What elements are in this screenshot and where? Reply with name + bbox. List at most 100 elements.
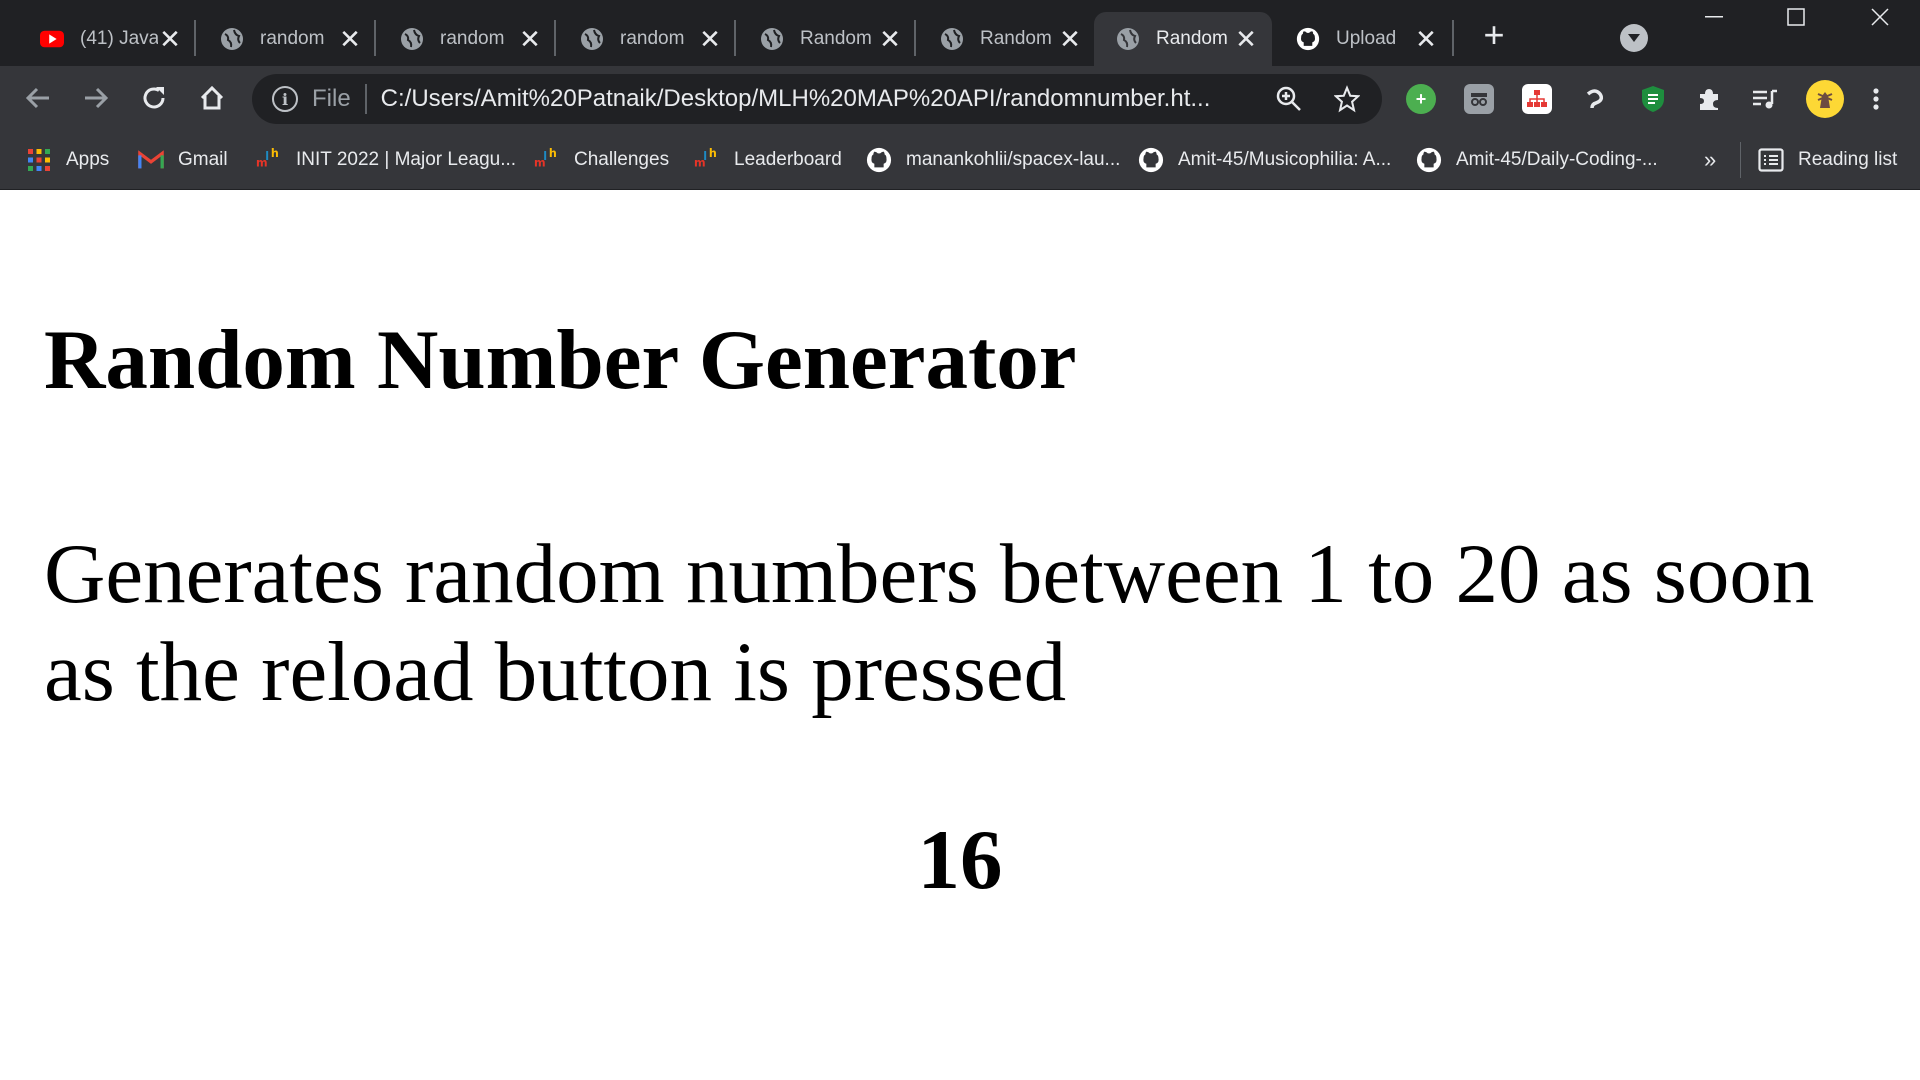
media-controls-icon[interactable] <box>1750 84 1780 114</box>
reload-button[interactable] <box>136 80 172 116</box>
tab-random-2[interactable]: random ✕ <box>378 12 556 66</box>
tab-random-4[interactable]: Random ✕ <box>738 12 916 66</box>
extension-swirl-icon[interactable] <box>1580 84 1610 114</box>
bookmarks-bar: Apps Gmail mlh INIT 2022 | Major Leagu..… <box>0 130 1920 190</box>
extension-incognito-icon[interactable] <box>1464 84 1494 114</box>
svg-text:l: l <box>703 150 707 163</box>
tab-separator <box>1452 20 1454 56</box>
mlh-icon: mlh <box>534 147 560 173</box>
page-content: Random Number Generator Generates random… <box>0 191 1920 1080</box>
profile-avatar[interactable] <box>1806 80 1844 118</box>
info-icon[interactable]: i <box>272 86 298 112</box>
github-icon <box>866 147 892 173</box>
tab-separator <box>374 20 376 56</box>
tab-search-button[interactable] <box>1620 24 1648 52</box>
svg-text:h: h <box>709 147 717 160</box>
extensions-puzzle-icon[interactable] <box>1694 84 1724 114</box>
globe-icon <box>400 27 424 51</box>
github-icon <box>1296 27 1320 51</box>
tab-random-3[interactable]: random ✕ <box>558 12 736 66</box>
tab-title: Random <box>980 28 1052 49</box>
reading-list-button[interactable]: Reading list <box>1758 144 1897 176</box>
tab-separator <box>554 20 556 56</box>
bookmark-label: Leaderboard <box>734 149 842 170</box>
bookmark-leaderboard[interactable]: mlh Leaderboard <box>694 144 842 176</box>
globe-icon <box>1116 27 1140 51</box>
tab-title: random <box>620 28 685 49</box>
close-icon[interactable]: ✕ <box>158 26 182 52</box>
github-icon <box>1416 147 1442 173</box>
bookmarks-divider <box>1740 142 1741 178</box>
bookmark-label: Challenges <box>574 149 670 170</box>
extension-sitemap-icon[interactable] <box>1522 84 1552 114</box>
globe-icon <box>760 27 784 51</box>
tab-separator <box>734 20 736 56</box>
tab-random-active[interactable]: Random ✕ <box>1094 12 1272 66</box>
bookmark-label: Amit-45/Musicophilia: A... <box>1178 149 1392 170</box>
url-text[interactable]: C:/Users/Amit%20Patnaik/Desktop/MLH%20MA… <box>381 85 1261 113</box>
zoom-icon[interactable] <box>1276 86 1302 112</box>
address-bar[interactable]: i File C:/Users/Amit%20Patnaik/Desktop/M… <box>252 74 1382 124</box>
bookmark-label: INIT 2022 | Major Leagu... <box>296 149 517 170</box>
close-icon[interactable]: ✕ <box>1058 26 1082 52</box>
apps-grid-icon <box>26 147 52 173</box>
svg-text:h: h <box>549 147 557 160</box>
page-title: Random Number Generator <box>44 313 1077 407</box>
bookmark-spacex[interactable]: manankohlii/spacex-lau... <box>866 144 1120 176</box>
bookmark-daily-coding[interactable]: Amit-45/Daily-Coding-... <box>1416 144 1658 176</box>
bookmark-apps[interactable]: Apps <box>26 144 109 176</box>
github-icon <box>1138 147 1164 173</box>
reading-list-icon <box>1758 147 1784 173</box>
bookmarks-overflow-button[interactable]: » <box>1704 144 1716 176</box>
tab-title: Upload <box>1336 28 1397 49</box>
bookmark-label: Amit-45/Daily-Coding-... <box>1456 149 1658 170</box>
tab-separator <box>194 20 196 56</box>
page-description: Generates random numbers between 1 to 20… <box>44 527 1815 719</box>
close-window-button[interactable] <box>1840 0 1920 34</box>
menu-kebab-icon[interactable] <box>1866 84 1886 114</box>
maximize-button[interactable] <box>1756 0 1836 34</box>
close-icon[interactable]: ✕ <box>878 26 902 52</box>
tab-title: Random <box>1156 28 1228 49</box>
forward-button[interactable] <box>78 80 114 116</box>
mlh-icon: mlh <box>694 147 720 173</box>
browser-toolbar: i File C:/Users/Amit%20Patnaik/Desktop/M… <box>0 66 1920 130</box>
tab-youtube[interactable]: (41) Java ✕ <box>18 12 196 66</box>
scheme-label: File <box>312 85 351 112</box>
tab-separator <box>914 20 916 56</box>
tab-upload[interactable]: Upload ✕ <box>1274 12 1452 66</box>
youtube-icon <box>40 27 64 51</box>
bookmark-init-2022[interactable]: mlh INIT 2022 | Major Leagu... <box>256 144 516 176</box>
reading-list-label: Reading list <box>1798 149 1898 170</box>
extension-plus-icon[interactable]: + <box>1406 84 1436 114</box>
tab-random-1[interactable]: random ✕ <box>198 12 376 66</box>
svg-text:l: l <box>543 150 547 163</box>
tab-random-5[interactable]: Random ✕ <box>918 12 1096 66</box>
svg-text:h: h <box>271 147 279 160</box>
minimize-button[interactable] <box>1674 0 1754 34</box>
globe-icon <box>220 27 244 51</box>
random-number-display: 16 <box>917 813 1003 907</box>
close-icon[interactable]: ✕ <box>518 26 542 52</box>
bookmark-label: manankohlii/spacex-lau... <box>906 149 1121 170</box>
bookmark-label: Apps <box>66 149 110 170</box>
close-icon[interactable]: ✕ <box>1414 26 1438 52</box>
home-button[interactable] <box>194 80 230 116</box>
bookmark-challenges[interactable]: mlh Challenges <box>534 144 669 176</box>
globe-icon <box>940 27 964 51</box>
omnibox-divider <box>364 84 367 114</box>
globe-icon <box>580 27 604 51</box>
back-button[interactable] <box>20 80 56 116</box>
bookmark-musicophilia[interactable]: Amit-45/Musicophilia: A... <box>1138 144 1391 176</box>
extension-shield-icon[interactable] <box>1638 84 1668 114</box>
gmail-icon <box>138 147 164 173</box>
tab-title: Random <box>800 28 872 49</box>
bookmark-star-icon[interactable] <box>1334 85 1360 113</box>
new-tab-button[interactable]: + <box>1476 17 1512 54</box>
tab-title: random <box>440 28 505 49</box>
mlh-icon: mlh <box>256 147 282 173</box>
close-icon[interactable]: ✕ <box>698 26 722 52</box>
bookmark-gmail[interactable]: Gmail <box>138 144 228 176</box>
close-icon[interactable]: ✕ <box>1234 26 1258 52</box>
close-icon[interactable]: ✕ <box>338 26 362 52</box>
